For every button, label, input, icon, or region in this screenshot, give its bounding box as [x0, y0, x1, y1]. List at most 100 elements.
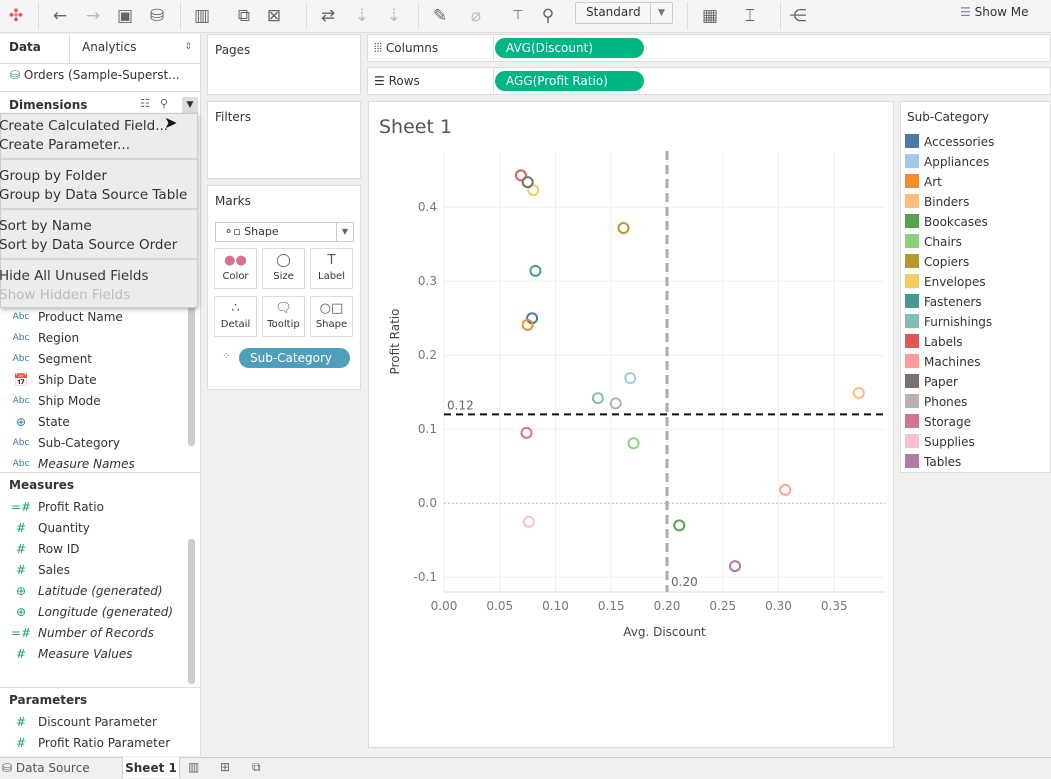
- field-item[interactable]: Abc Ship Mode: [0, 391, 190, 412]
- legend-item[interactable]: Appliances: [905, 152, 989, 172]
- data-point-phones[interactable]: [609, 397, 622, 410]
- data-source-tab[interactable]: ⛁ Data Source: [2, 761, 90, 775]
- tableau-logo-icon[interactable]: ✣: [4, 4, 28, 28]
- field-item[interactable]: # Row ID: [0, 539, 190, 560]
- legend-item[interactable]: Tables: [905, 452, 961, 472]
- marks-color-button[interactable]: ●● Color: [214, 248, 257, 289]
- new-dashboard-icon[interactable]: ⊞: [220, 760, 230, 774]
- dimensions-scrollbar[interactable]: [188, 304, 195, 446]
- field-item[interactable]: Abc Product Name: [0, 307, 190, 328]
- field-item[interactable]: # Discount Parameter: [0, 712, 190, 733]
- group-icon[interactable]: ⌀: [464, 4, 488, 28]
- legend-item[interactable]: Envelopes: [905, 272, 986, 292]
- data-point-binders[interactable]: [852, 386, 865, 399]
- field-item[interactable]: # Sales: [0, 560, 190, 581]
- legend-label: Envelopes: [924, 275, 986, 289]
- new-story-icon[interactable]: ⧉: [252, 760, 261, 775]
- marks-tooltip-button[interactable]: 🗨 Tooltip: [262, 296, 305, 337]
- menu-item[interactable]: Create Calculated Field...: [0, 118, 168, 134]
- new-worksheet-icon[interactable]: ▥: [190, 4, 214, 28]
- data-source-item[interactable]: ⛁ Orders (Sample-Superst...: [10, 68, 180, 82]
- legend-item[interactable]: Fasteners: [905, 292, 982, 312]
- data-point-bookcases[interactable]: [673, 519, 686, 532]
- data-point-tables[interactable]: [729, 560, 742, 573]
- profit-ratio-pill[interactable]: AGG(Profit Ratio): [495, 71, 644, 91]
- legend-item[interactable]: Art: [905, 172, 942, 192]
- marks-shape-button[interactable]: ○□ Shape: [310, 296, 353, 337]
- legend-item[interactable]: Supplies: [905, 432, 975, 452]
- legend-item[interactable]: Bookcases: [905, 212, 988, 232]
- data-point-copiers[interactable]: [617, 221, 630, 234]
- field-item[interactable]: Abc Segment: [0, 349, 190, 370]
- presentation-icon[interactable]: ⌶: [738, 4, 762, 28]
- data-point-chairs[interactable]: [627, 437, 640, 450]
- sort-ascending-icon[interactable]: ⇣: [350, 4, 374, 28]
- data-point-supplies[interactable]: [522, 515, 535, 528]
- legend-item[interactable]: Storage: [905, 412, 971, 432]
- clear-sheet-icon[interactable]: ⊠: [262, 4, 286, 28]
- marks-detail-button[interactable]: ∴ Detail: [214, 296, 257, 337]
- data-point-appliances[interactable]: [624, 372, 637, 385]
- data-point-paper[interactable]: [521, 176, 534, 189]
- field-item[interactable]: ⊕ Longitude (generated): [0, 602, 190, 623]
- menu-item[interactable]: Sort by Name: [0, 218, 92, 234]
- field-item[interactable]: =# Profit Ratio: [0, 497, 190, 518]
- duplicate-sheet-icon[interactable]: ⧉: [232, 4, 256, 28]
- swap-icon[interactable]: ⇄: [316, 4, 340, 28]
- field-item[interactable]: Abc Sub-Category: [0, 433, 190, 454]
- legend-item[interactable]: Machines: [905, 352, 980, 372]
- show-cards-icon[interactable]: ▦: [698, 4, 722, 28]
- labels-icon[interactable]: ⊤: [506, 4, 530, 28]
- view-mode-select[interactable]: Standard ▼: [575, 2, 673, 24]
- tab-data[interactable]: Data: [9, 34, 69, 64]
- field-item[interactable]: # Measure Values: [0, 644, 190, 665]
- legend-item[interactable]: Chairs: [905, 232, 962, 252]
- field-item[interactable]: 📅 Ship Date: [0, 370, 190, 391]
- sort-descending-icon[interactable]: ⇣: [382, 4, 406, 28]
- list-view-icon[interactable]: ☷: [140, 97, 150, 110]
- mark-type-select[interactable]: ⚬▫ Shape ▼: [215, 222, 354, 242]
- highlight-icon[interactable]: ✎: [428, 4, 452, 28]
- show-me-button[interactable]: ☰ Show Me: [960, 5, 1029, 19]
- measures-scrollbar[interactable]: [188, 539, 195, 684]
- legend-item[interactable]: Paper: [905, 372, 958, 392]
- menu-item[interactable]: Sort by Data Source Order: [0, 237, 177, 253]
- menu-item[interactable]: Group by Folder: [0, 168, 107, 184]
- data-point-fasteners[interactable]: [529, 264, 542, 277]
- pin-icon[interactable]: ⚲: [536, 4, 560, 28]
- legend-item[interactable]: Copiers: [905, 252, 969, 272]
- new-data-source-icon[interactable]: ⛁: [145, 4, 169, 28]
- search-icon[interactable]: ⚲: [160, 97, 168, 110]
- field-item[interactable]: # Profit Ratio Parameter: [0, 733, 190, 754]
- scatter-chart[interactable]: 0.00 0.05 0.10 0.15 0.20 0.25 0.30 0.35 -0.1 0.0 0…: [369, 102, 895, 749]
- data-point-furnishings[interactable]: [591, 392, 604, 405]
- field-item[interactable]: ⊕ State: [0, 412, 190, 433]
- avg-discount-pill[interactable]: AVG(Discount): [495, 38, 644, 58]
- field-item[interactable]: Abc Region: [0, 328, 190, 349]
- save-icon[interactable]: ▣: [113, 4, 137, 28]
- legend-item[interactable]: Phones: [905, 392, 967, 412]
- menu-item[interactable]: Create Parameter...: [0, 137, 130, 153]
- dimensions-menu-button[interactable]: ▼: [182, 97, 198, 113]
- sub-category-color-pill[interactable]: Sub-Category: [239, 348, 350, 368]
- menu-item[interactable]: Group by Data Source Table: [0, 187, 187, 203]
- field-item[interactable]: =# Number of Records: [0, 623, 190, 644]
- undo-icon[interactable]: ←: [48, 4, 72, 28]
- marks-size-button[interactable]: ◯ Size: [262, 248, 305, 289]
- filters-card[interactable]: Filters: [207, 101, 361, 179]
- pages-card[interactable]: Pages: [207, 34, 361, 95]
- redo-icon[interactable]: →: [81, 4, 105, 28]
- marks-label-button[interactable]: T Label: [310, 248, 353, 289]
- field-item[interactable]: ⊕ Latitude (generated): [0, 581, 190, 602]
- share-icon[interactable]: ⋲: [786, 4, 810, 28]
- sheet-1-tab[interactable]: Sheet 1: [122, 757, 180, 778]
- new-worksheet-icon[interactable]: ▥: [188, 760, 199, 774]
- menu-item[interactable]: Hide All Unused Fields: [0, 268, 148, 284]
- legend-item[interactable]: Accessories: [905, 132, 994, 152]
- data-point-machines[interactable]: [779, 483, 792, 496]
- tab-analytics[interactable]: Analytics ⇕: [69, 34, 200, 64]
- legend-item[interactable]: Binders: [905, 192, 969, 212]
- legend-item[interactable]: Furnishings: [905, 312, 992, 332]
- field-item[interactable]: # Quantity: [0, 518, 190, 539]
- legend-item[interactable]: Labels: [905, 332, 963, 352]
